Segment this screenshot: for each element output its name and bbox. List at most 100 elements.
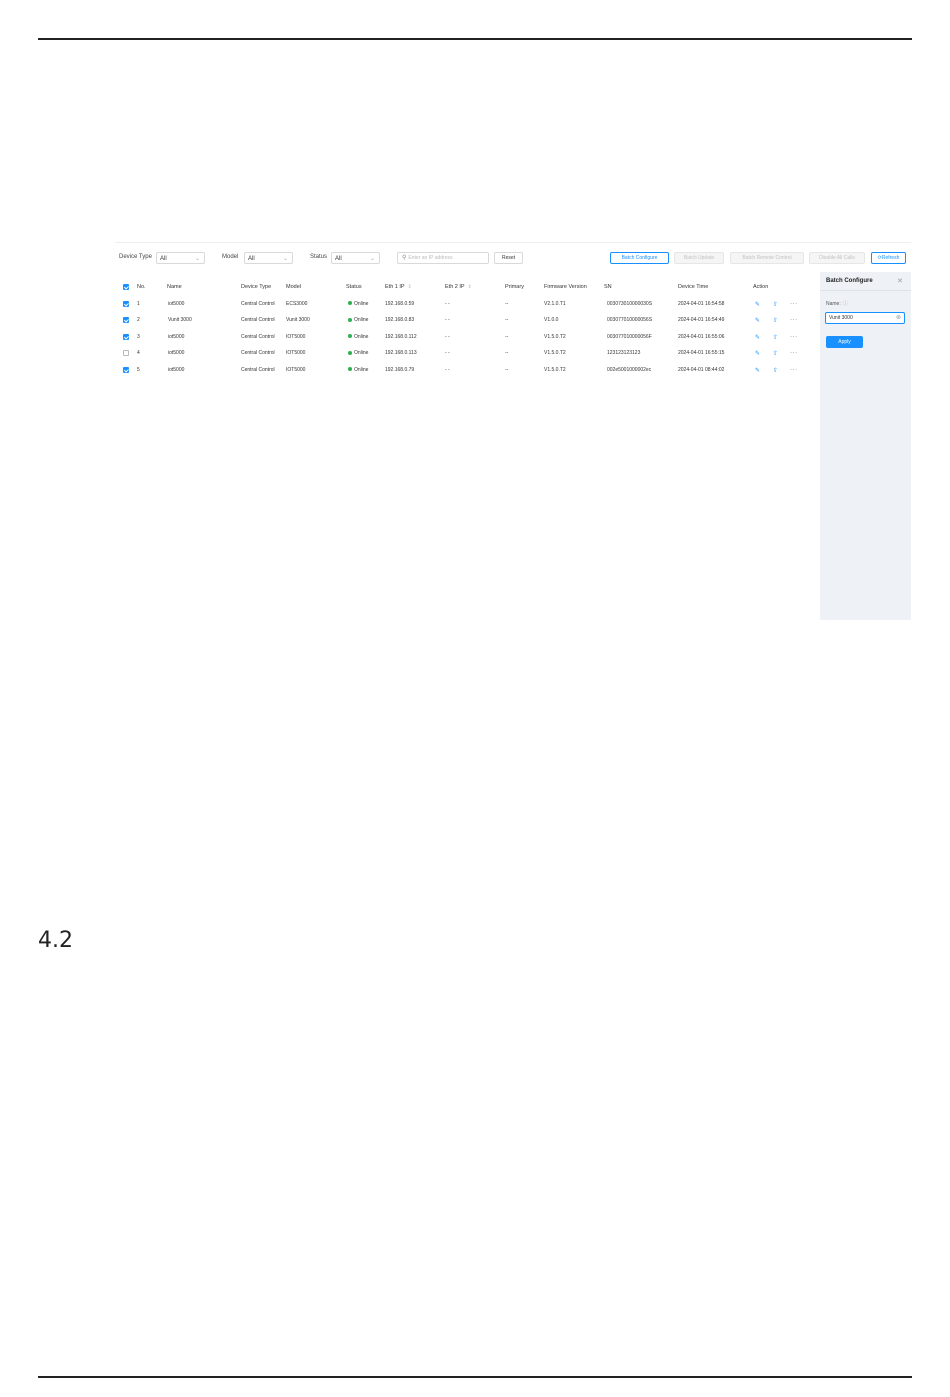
edit-icon[interactable]: ✎ — [755, 317, 760, 324]
row-no: 3 — [137, 333, 140, 340]
row-device-type: Central Control — [241, 300, 275, 307]
table-header: No. Name Device Type Model Status Eth 1 … — [115, 280, 815, 297]
row-eth2: - - — [445, 317, 450, 323]
more-icon[interactable]: ··· — [790, 301, 798, 307]
row-firmware: V1.5.0.T2 — [544, 366, 566, 373]
disable-all-calls-button[interactable]: Disable All Calls — [809, 252, 865, 264]
batch-configure-panel: Batch Configure ✕ Name: ⓘ Vunit 3000 ⊗ Ap… — [820, 272, 911, 620]
refresh-button[interactable]: ⟳Refresh — [871, 252, 906, 264]
row-sn: 123123123123 — [607, 350, 641, 356]
online-dot-icon — [348, 301, 352, 306]
sort-icon: ⇕ — [467, 284, 472, 290]
row-firmware: V2.1.0.T1 — [544, 300, 566, 307]
row-checkbox[interactable] — [123, 333, 129, 340]
batch-update-button[interactable]: Batch Update — [674, 252, 724, 264]
filter-bar: Device Type All ⌄ Model All ⌄ Status All… — [115, 252, 911, 266]
row-checkbox[interactable] — [123, 366, 129, 373]
ip-search-input[interactable]: ⚲ Enter an IP address — [397, 252, 489, 264]
row-device-type: Central Control — [241, 333, 275, 340]
row-model: IOT5000 — [286, 350, 306, 356]
edit-icon[interactable]: ✎ — [755, 334, 760, 341]
row-no: 1 — [137, 300, 140, 307]
upgrade-icon[interactable]: ⇧ — [773, 317, 778, 324]
edit-icon[interactable]: ✎ — [755, 367, 760, 374]
more-icon[interactable]: ··· — [790, 334, 798, 340]
row-model: IOT5000 — [286, 333, 306, 340]
row-status: Online — [348, 301, 368, 307]
row-eth1: 192.168.0.112 — [385, 333, 417, 340]
page-bottom-rule — [38, 1376, 912, 1378]
batch-remote-control-button[interactable]: Batch Remote Control — [730, 252, 804, 264]
upgrade-icon[interactable]: ⇧ — [773, 334, 778, 341]
chevron-down-icon: ⌄ — [194, 256, 200, 262]
batch-configure-button[interactable]: Batch Configure — [610, 252, 669, 264]
col-eth2[interactable]: Eth 2 IP ⇕ — [445, 284, 472, 290]
page-top-rule — [38, 38, 912, 40]
row-firmware: V1.5.0.T2 — [544, 350, 566, 356]
model-select[interactable]: All ⌄ — [244, 252, 293, 264]
select-all-checkbox[interactable] — [123, 284, 129, 290]
row-device-time: 2024-04-01 08:44:02 — [678, 366, 725, 373]
row-model: ECS3000 — [286, 300, 308, 307]
row-checkbox[interactable] — [123, 317, 129, 323]
col-eth1[interactable]: Eth 1 IP ⇕ — [385, 284, 412, 290]
upgrade-icon[interactable]: ⇧ — [773, 367, 778, 374]
row-primary: -- — [505, 350, 509, 356]
col-primary: Primary — [505, 284, 524, 290]
row-checkbox[interactable] — [123, 300, 129, 307]
col-firmware: Firmware Version — [544, 284, 587, 290]
row-sn: 003077010000056F — [607, 333, 652, 340]
online-dot-icon — [348, 334, 352, 339]
row-device-type: Central Control — [241, 350, 275, 356]
device-type-label: Device Type — [119, 254, 152, 260]
col-status: Status — [346, 284, 362, 290]
row-no: 2 — [137, 317, 140, 323]
table-row: 4 iot5000 Central Control IOT5000 Online… — [115, 346, 815, 363]
upgrade-icon[interactable]: ⇧ — [773, 301, 778, 308]
status-select[interactable]: All ⌄ — [331, 252, 380, 264]
edit-icon[interactable]: ✎ — [755, 301, 760, 308]
row-status: Online — [348, 350, 368, 356]
panel-title: Batch Configure — [826, 278, 873, 284]
clear-icon[interactable]: ⊗ — [896, 313, 901, 324]
more-icon[interactable]: ··· — [790, 367, 798, 373]
row-checkbox[interactable] — [123, 350, 129, 356]
more-icon[interactable]: ··· — [790, 350, 798, 356]
row-name: iot5000 — [168, 333, 185, 340]
close-icon[interactable]: ✕ — [897, 277, 903, 285]
online-dot-icon — [348, 350, 352, 355]
status-value: All — [335, 256, 342, 262]
apply-button[interactable]: Apply — [826, 336, 863, 348]
row-eth2: - - — [445, 333, 450, 340]
row-model: IOT5000 — [286, 366, 306, 373]
table-row: 1 iot5000 Central Control ECS3000 Online… — [115, 297, 815, 314]
device-type-select[interactable]: All ⌄ — [156, 252, 205, 264]
model-value: All — [248, 256, 255, 262]
chevron-down-icon: ⌄ — [369, 256, 375, 262]
row-firmware: V1.5.0.T2 — [544, 333, 566, 340]
row-name: iot5000 — [168, 350, 185, 356]
col-device-type: Device Type — [241, 284, 272, 290]
row-sn: 003077010000056S — [607, 317, 653, 323]
row-device-time: 2024-04-01 16:54:58 — [678, 300, 725, 307]
edit-icon[interactable]: ✎ — [755, 350, 760, 357]
table-row: 2 Vunit 3000 Central Control Vunit 3000 … — [115, 313, 815, 330]
device-type-value: All — [160, 256, 167, 262]
reset-button[interactable]: Reset — [494, 252, 523, 264]
row-firmware: V1.0.0 — [544, 317, 559, 323]
table-row: 5 iot5000 Central Control IOT5000 Online… — [115, 363, 815, 380]
more-icon[interactable]: ··· — [790, 317, 798, 323]
row-device-time: 2024-04-01 16:54:49 — [678, 317, 725, 323]
row-eth1: 192.168.0.59 — [385, 300, 415, 307]
row-primary: -- — [505, 366, 509, 373]
row-device-time: 2024-04-01 16:55:15 — [678, 350, 725, 356]
name-input[interactable]: Vunit 3000 ⊗ — [825, 312, 905, 324]
row-status: Online — [348, 317, 368, 323]
upgrade-icon[interactable]: ⇧ — [773, 350, 778, 357]
row-no: 4 — [137, 350, 140, 356]
row-model: Vunit 3000 — [286, 317, 310, 323]
help-icon: ⓘ — [842, 301, 848, 307]
device-table: No. Name Device Type Model Status Eth 1 … — [115, 280, 815, 379]
row-primary: -- — [505, 317, 509, 323]
row-name: iot5000 — [168, 366, 185, 373]
